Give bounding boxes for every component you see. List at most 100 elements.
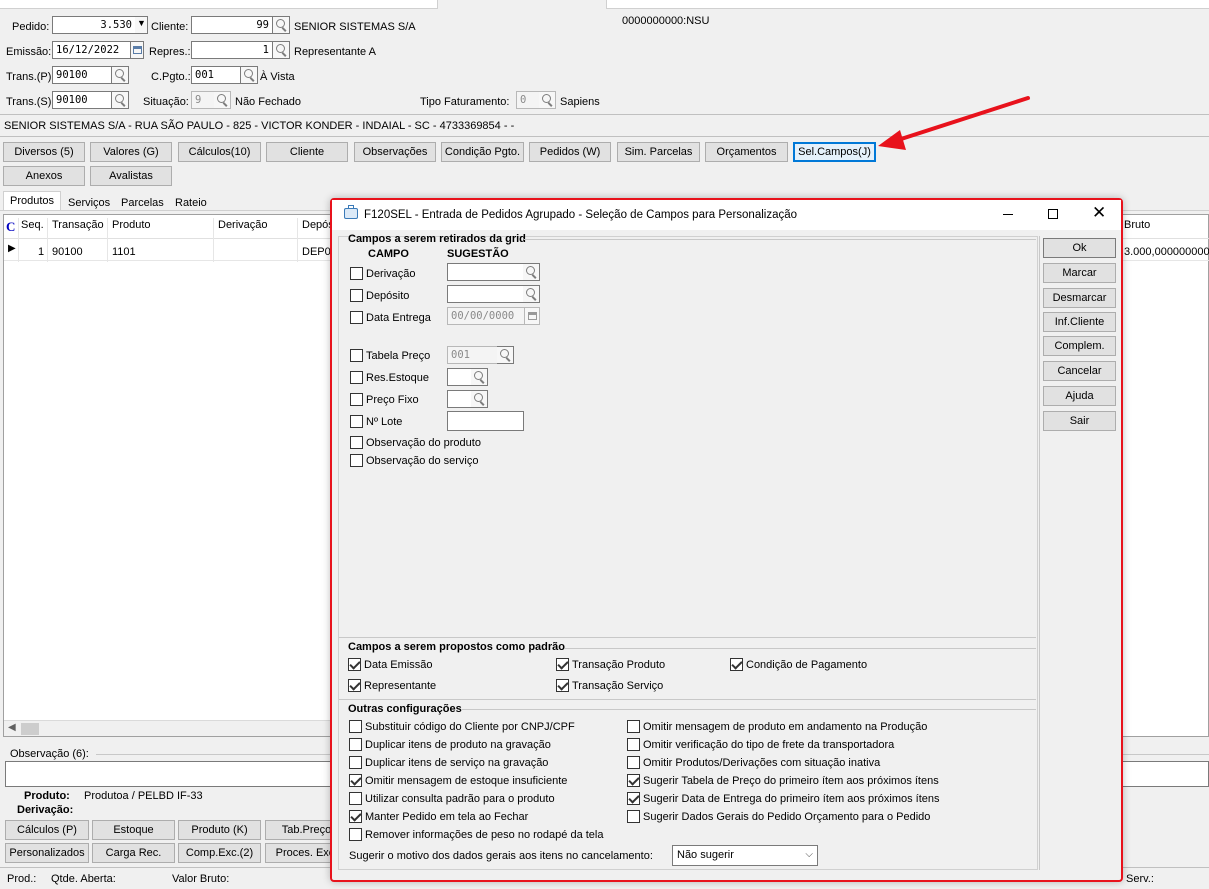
grid-header-bruto[interactable]: Bruto bbox=[1124, 219, 1150, 231]
emissao-label: Emissão: bbox=[6, 46, 52, 58]
tabela-preco-checkbox[interactable] bbox=[350, 349, 363, 362]
tab-rateio[interactable]: Rateio bbox=[175, 196, 207, 210]
preco-fixo-sugestao-field[interactable] bbox=[447, 390, 472, 408]
cancelar-button[interactable]: Cancelar bbox=[1043, 361, 1116, 381]
transacao-servico-checkbox[interactable] bbox=[556, 679, 569, 692]
omitir-estoque-checkbox[interactable] bbox=[349, 774, 362, 787]
emissao-calendar-button[interactable] bbox=[130, 41, 144, 59]
sair-button[interactable]: Sair bbox=[1043, 411, 1116, 431]
grid-header-seq[interactable]: Seq. bbox=[21, 219, 44, 231]
calculos-button[interactable]: Cálculos(10) bbox=[178, 142, 261, 162]
remover-peso-checkbox[interactable] bbox=[349, 828, 362, 841]
condicao-pagamento-label: Condição de Pagamento bbox=[746, 659, 868, 671]
manter-pedido-checkbox[interactable] bbox=[349, 810, 362, 823]
derivacao-search-button[interactable] bbox=[523, 263, 540, 281]
sim-parcelas-button[interactable]: Sim. Parcelas bbox=[617, 142, 700, 162]
cliente-search-button[interactable] bbox=[273, 16, 290, 34]
res-estoque-checkbox[interactable] bbox=[350, 371, 363, 384]
calculos-p-button[interactable]: Cálculos (P) bbox=[5, 820, 89, 840]
transs-search-button[interactable] bbox=[112, 91, 129, 109]
pedidos-button[interactable]: Pedidos (W) bbox=[529, 142, 611, 162]
valores-button[interactable]: Valores (G) bbox=[90, 142, 172, 162]
omitir-frete-checkbox[interactable] bbox=[627, 738, 640, 751]
sugerir-tabela-checkbox[interactable] bbox=[627, 774, 640, 787]
anexos-button[interactable]: Anexos bbox=[3, 166, 85, 186]
diversos-button[interactable]: Diversos (5) bbox=[3, 142, 85, 162]
sugerir-dados-gerais-checkbox[interactable] bbox=[627, 810, 640, 823]
condicao-pgto-button[interactable]: Condição Pgto. bbox=[441, 142, 524, 162]
tab-parcelas[interactable]: Parcelas bbox=[121, 196, 164, 210]
substituir-codigo-checkbox[interactable] bbox=[349, 720, 362, 733]
ok-button[interactable]: Ok bbox=[1043, 238, 1116, 258]
tab-servicos[interactable]: Serviços bbox=[68, 196, 110, 210]
transs-field[interactable]: 90100 bbox=[52, 91, 112, 109]
derivacao-checkbox[interactable] bbox=[350, 267, 363, 280]
observacao-produto-checkbox[interactable] bbox=[350, 436, 363, 449]
estoque-button[interactable]: Estoque bbox=[92, 820, 175, 840]
data-entrega-checkbox[interactable] bbox=[350, 311, 363, 324]
transp-search-button[interactable] bbox=[112, 66, 129, 84]
duplicar-produto-checkbox[interactable] bbox=[349, 738, 362, 751]
inf-cliente-button[interactable]: Inf.Cliente bbox=[1043, 312, 1116, 332]
top-tab-active[interactable] bbox=[437, 0, 607, 9]
pedido-dropdown[interactable]: ▼ bbox=[135, 16, 148, 34]
produto-k-button[interactable]: Produto (K) bbox=[178, 820, 261, 840]
transp-field[interactable]: 90100 bbox=[52, 66, 112, 84]
grid-header-transacao[interactable]: Transação bbox=[52, 219, 104, 231]
minimize-icon[interactable] bbox=[1003, 214, 1013, 215]
cliente-field[interactable]: 99 bbox=[191, 16, 273, 34]
deposito-checkbox[interactable] bbox=[350, 289, 363, 302]
footer-serv-label: Serv.: bbox=[1126, 873, 1154, 885]
motivo-select[interactable]: Não sugerir ⌵ bbox=[672, 845, 818, 866]
repres-field[interactable]: 1 bbox=[191, 41, 273, 59]
scroll-thumb[interactable] bbox=[21, 723, 39, 735]
carga-rec-button[interactable]: Carga Rec. bbox=[92, 843, 175, 863]
consulta-padrao-checkbox[interactable] bbox=[349, 792, 362, 805]
data-emissao-checkbox[interactable] bbox=[348, 658, 361, 671]
observacao-servico-checkbox[interactable] bbox=[350, 454, 363, 467]
pedido-field[interactable]: 3.530 bbox=[52, 16, 136, 34]
omitir-estoque-label: Omitir mensagem de estoque insuficiente bbox=[365, 775, 568, 787]
ajuda-button[interactable]: Ajuda bbox=[1043, 386, 1116, 406]
emissao-field[interactable]: 16/12/2022 bbox=[52, 41, 131, 59]
maximize-icon[interactable] bbox=[1048, 209, 1058, 219]
cpgto-field[interactable]: 001 bbox=[191, 66, 241, 84]
numero-lote-field[interactable] bbox=[447, 411, 524, 431]
repres-search-button[interactable] bbox=[273, 41, 290, 59]
grid-header-c[interactable]: C bbox=[6, 219, 15, 235]
grid-header-derivacao[interactable]: Derivação bbox=[218, 219, 268, 231]
res-estoque-search-button[interactable] bbox=[471, 368, 488, 386]
condicao-pagamento-checkbox[interactable] bbox=[730, 658, 743, 671]
complem-button[interactable]: Complem. bbox=[1043, 336, 1116, 356]
tab-produtos-label[interactable]: Produtos bbox=[10, 194, 54, 208]
chevron-down-icon: ▼ bbox=[137, 18, 146, 28]
grid-horizontal-scrollbar[interactable]: ◀ bbox=[4, 720, 334, 736]
sel-campos-button[interactable]: Sel.Campos(J) bbox=[793, 142, 876, 162]
observacoes-button[interactable]: Observações bbox=[354, 142, 436, 162]
tabela-preco-search-button[interactable] bbox=[497, 346, 514, 364]
transacao-produto-checkbox[interactable] bbox=[556, 658, 569, 671]
sugerir-data-checkbox[interactable] bbox=[627, 792, 640, 805]
preco-fixo-search-button[interactable] bbox=[471, 390, 488, 408]
deposito-sugestao-field[interactable] bbox=[447, 285, 524, 303]
numero-lote-checkbox[interactable] bbox=[350, 415, 363, 428]
grid-header-produto[interactable]: Produto bbox=[112, 219, 151, 231]
orcamentos-button[interactable]: Orçamentos bbox=[705, 142, 788, 162]
omitir-inativos-checkbox[interactable] bbox=[627, 756, 640, 769]
close-icon[interactable]: ✕ bbox=[1092, 203, 1106, 223]
duplicar-servico-checkbox[interactable] bbox=[349, 756, 362, 769]
cpgto-search-button[interactable] bbox=[241, 66, 258, 84]
scroll-left-icon[interactable]: ◀ bbox=[8, 722, 16, 733]
desmarcar-button[interactable]: Desmarcar bbox=[1043, 288, 1116, 308]
representante-checkbox[interactable] bbox=[348, 679, 361, 692]
omitir-producao-checkbox[interactable] bbox=[627, 720, 640, 733]
res-estoque-sugestao-field[interactable] bbox=[447, 368, 472, 386]
avalistas-button[interactable]: Avalistas bbox=[90, 166, 172, 186]
preco-fixo-checkbox[interactable] bbox=[350, 393, 363, 406]
personalizados-button[interactable]: Personalizados bbox=[5, 843, 89, 863]
cliente-button[interactable]: Cliente bbox=[266, 142, 348, 162]
deposito-search-button[interactable] bbox=[523, 285, 540, 303]
comp-exc-button[interactable]: Comp.Exc.(2) bbox=[178, 843, 261, 863]
marcar-button[interactable]: Marcar bbox=[1043, 263, 1116, 283]
derivacao-sugestao-field[interactable] bbox=[447, 263, 524, 281]
